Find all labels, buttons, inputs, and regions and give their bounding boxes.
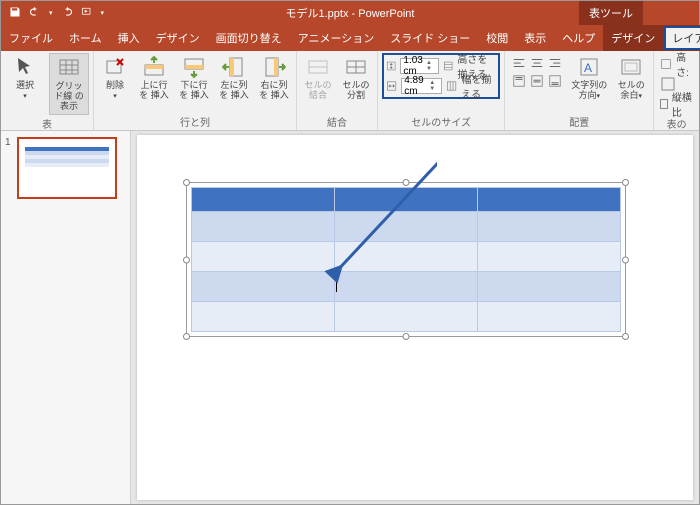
- text-cursor: [336, 274, 337, 292]
- app-window: ▾ ▾ モデル1.pptx - PowerPoint 表ツール ファイル ホーム…: [0, 0, 700, 505]
- group-rows-cols: 削除▾ 上に行を 挿入 下に行を 挿入 左に列を 挿入 右に列を 挿入: [94, 51, 297, 130]
- group-label-align: 配置: [509, 113, 649, 129]
- row-height-icon: [386, 58, 396, 74]
- merge-cells-button: セルの 結合: [301, 53, 335, 103]
- tab-help[interactable]: ヘルプ: [554, 25, 603, 51]
- split-icon: [344, 55, 368, 79]
- redo-icon[interactable]: [61, 6, 73, 21]
- tab-review[interactable]: 校閲: [478, 25, 516, 51]
- cell-size-controls: 1.03 cm ▲▼ 高さを揃える 4.89 cm ▲▼ 幅を揃える: [382, 53, 500, 99]
- distribute-cols-label[interactable]: 幅を揃える: [461, 71, 496, 101]
- svg-text:A: A: [584, 61, 592, 75]
- tab-view[interactable]: 表示: [516, 25, 554, 51]
- table-height-icon: [660, 56, 672, 72]
- save-icon[interactable]: [9, 6, 21, 21]
- align-top-button[interactable]: [511, 73, 527, 89]
- contextual-tabs: デザイン レイアウト: [603, 25, 700, 51]
- delete-button[interactable]: 削除▾: [98, 53, 132, 103]
- tab-insert[interactable]: 挿入: [110, 25, 148, 51]
- group-table-size: 高さ: 縦横比 表の: [654, 51, 699, 130]
- lock-aspect-checkbox[interactable]: [660, 99, 668, 109]
- group-label-tablesize: 表の: [658, 115, 695, 131]
- align-middle-button[interactable]: [529, 73, 545, 89]
- group-cell-size: 1.03 cm ▲▼ 高さを揃える 4.89 cm ▲▼ 幅を揃える: [378, 51, 505, 130]
- insert-col-left-button[interactable]: 左に列を 挿入: [216, 53, 252, 103]
- merge-icon: [306, 55, 330, 79]
- group-label-rowscols: 行と列: [98, 113, 292, 129]
- align-right-button[interactable]: [547, 55, 563, 71]
- insert-left-icon: [222, 55, 246, 79]
- cell-margins-icon: [619, 55, 643, 79]
- tab-design[interactable]: デザイン: [148, 25, 208, 51]
- text-direction-button[interactable]: A 文字列の 方向▾: [569, 53, 609, 103]
- slide-thumbnail-1[interactable]: [17, 137, 117, 199]
- delete-table-icon: [103, 55, 127, 79]
- workspace: 1: [1, 131, 699, 504]
- tab-table-design[interactable]: デザイン: [603, 25, 663, 51]
- col-width-input[interactable]: 4.89 cm ▲▼: [401, 78, 442, 94]
- group-merge: セルの 結合 セルの 分割 結合: [297, 51, 378, 130]
- group-table: 選択▾ グリッド線 の表示 表: [1, 51, 94, 130]
- split-cells-button[interactable]: セルの 分割: [339, 53, 373, 103]
- select-button[interactable]: 選択▾: [5, 53, 45, 103]
- table-object[interactable]: [191, 187, 621, 332]
- tab-table-layout[interactable]: レイアウト: [664, 26, 700, 50]
- cell-margins-button[interactable]: セルの 余白▾: [613, 53, 649, 103]
- tab-file[interactable]: ファイル: [1, 25, 61, 51]
- slide-canvas[interactable]: [137, 135, 693, 500]
- insert-row-below-button[interactable]: 下に行を 挿入: [176, 53, 212, 103]
- tab-animations[interactable]: アニメーション: [290, 25, 383, 51]
- contextual-tab-title: 表ツール: [579, 1, 643, 25]
- group-alignment: A 文字列の 方向▾ セルの 余白▾ 配置: [505, 51, 654, 130]
- start-from-beginning-icon[interactable]: [81, 6, 93, 21]
- group-label-merge: 結合: [301, 113, 373, 129]
- view-gridlines-button[interactable]: グリッド線 の表示: [49, 53, 89, 115]
- group-label-cellsize: セルのサイズ: [382, 113, 500, 129]
- row-height-input[interactable]: 1.03 cm ▲▼: [400, 58, 439, 74]
- slide-thumbnail-panel: 1: [1, 131, 131, 504]
- grid-icon: [57, 56, 81, 80]
- undo-dropdown-icon[interactable]: ▾: [49, 9, 53, 17]
- align-left-button[interactable]: [511, 55, 527, 71]
- distribute-rows-icon[interactable]: [443, 58, 453, 74]
- insert-col-right-button[interactable]: 右に列を 挿入: [256, 53, 292, 103]
- ribbon-tabs: ファイル ホーム 挿入 デザイン 画面切り替え アニメーション スライド ショー…: [1, 25, 699, 51]
- align-center-button[interactable]: [529, 55, 545, 71]
- thumbnail-number: 1: [5, 137, 13, 199]
- ribbon: 選択▾ グリッド線 の表示 表 削除▾ 上に行を 挿入: [1, 51, 699, 131]
- insert-below-icon: [182, 55, 206, 79]
- insert-right-icon: [262, 55, 286, 79]
- title-bar: ▾ ▾ モデル1.pptx - PowerPoint 表ツール: [1, 1, 699, 25]
- qat-customize-icon[interactable]: ▾: [101, 9, 105, 17]
- insert-above-icon: [142, 55, 166, 79]
- text-direction-icon: A: [577, 55, 601, 79]
- distribute-cols-icon[interactable]: [446, 78, 457, 94]
- group-label-table: 表: [5, 115, 89, 131]
- tab-transitions[interactable]: 画面切り替え: [208, 25, 290, 51]
- tab-slideshow[interactable]: スライド ショー: [382, 25, 478, 51]
- col-width-icon: [386, 78, 397, 94]
- tab-home[interactable]: ホーム: [61, 25, 110, 51]
- align-bottom-button[interactable]: [547, 73, 563, 89]
- insert-row-above-button[interactable]: 上に行を 挿入: [136, 53, 172, 103]
- table[interactable]: [191, 187, 621, 332]
- undo-icon[interactable]: [29, 6, 41, 21]
- quick-access-toolbar: ▾ ▾: [1, 6, 104, 21]
- cursor-icon: [13, 55, 37, 79]
